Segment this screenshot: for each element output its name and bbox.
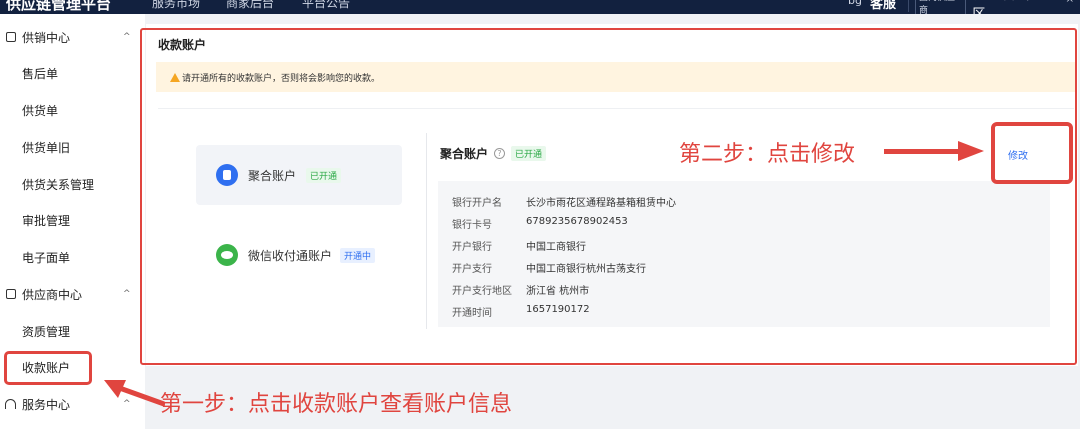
edit-button[interactable]: 修改: [1008, 147, 1028, 162]
grid-icon: [6, 32, 16, 42]
detail-title: 聚合账户: [440, 147, 489, 161]
sidebar-item-supply-order[interactable]: 供货单: [0, 95, 145, 125]
status-badge: 已开通: [306, 167, 342, 183]
brand-title[interactable]: 供应链管理平台: [6, 0, 111, 14]
info-key: 开户银行: [452, 242, 492, 253]
sidebar-item-e-waybill[interactable]: 电子面单: [0, 242, 145, 272]
sidebar: 供销中心 ^ 售后单 供货单 供货单旧 供货关系管理 审批管理 电子面单 供应商…: [0, 14, 145, 429]
customer-service-link[interactable]: 客服: [870, 0, 896, 12]
arrow-head-icon: [958, 141, 984, 161]
sidebar-item-label: 供货关系管理: [22, 177, 95, 192]
sidebar-item-qualification[interactable]: 资质管理: [0, 316, 145, 346]
chevron-up-icon: ^: [123, 32, 131, 42]
sidebar-group-label: 供应商中心: [22, 287, 83, 302]
account-item-wechat[interactable]: 微信收付通账户 开通中: [196, 225, 402, 285]
info-value: 1657190172: [526, 304, 590, 315]
divider: [426, 133, 427, 329]
step2-annotation: 第二步：点击修改: [679, 142, 856, 167]
info-key: 银行开户名: [452, 198, 502, 209]
sidebar-item-label: 电子面单: [22, 250, 71, 265]
customer-service-icon[interactable]: bg: [848, 0, 862, 7]
sidebar-item-label: 供货单: [22, 103, 59, 118]
alert-text: 请开通所有的收款账户，否则将会影响您的收款。: [182, 73, 381, 84]
top-bar: 供应链管理平台 服务市场 商家后台 平台公告 bg 客服 国内供应商 长沙市雨花…: [0, 0, 1080, 14]
warning-alert: 请开通所有的收款账户，否则将会影响您的收款。: [156, 62, 1076, 92]
sidebar-group-supplier-center[interactable]: 供应商中心 ^: [0, 279, 145, 309]
sidebar-item-label: 审批管理: [22, 213, 71, 228]
wechat-icon: [216, 244, 238, 266]
account-name: 聚合账户: [248, 168, 297, 183]
info-value: 长沙市雨花区通程路基箱租赁中心: [526, 198, 676, 209]
sidebar-item-label: 售后单: [22, 66, 59, 81]
sidebar-item-after-sales[interactable]: 售后单: [0, 58, 145, 88]
chevron-up-icon: ^: [123, 289, 131, 299]
chevron-up-icon: ^: [1065, 0, 1074, 9]
info-value: 浙江省 杭州市: [526, 286, 590, 297]
region-name: 长沙市雨花区...: [972, 0, 1059, 14]
sidebar-item-label: 收款账户: [22, 360, 71, 375]
detail-header: 聚合账户 ? 已开通: [440, 145, 547, 162]
nav-platform-notice[interactable]: 平台公告: [302, 0, 350, 11]
warning-icon: [170, 72, 180, 82]
account-card: 聚合账户 已开通 微信收付通账户 开通中 聚合账户 ? 已开通 修改 银行开户名…: [158, 108, 1074, 354]
account-info: 银行开户名 长沙市雨花区通程路基箱租赁中心 银行卡号 678923567890245…: [438, 181, 1050, 327]
region-selector[interactable]: 国内供应商 长沙市雨花区... ^: [908, 0, 1080, 14]
info-key: 开户支行: [452, 264, 492, 275]
sidebar-item-approval[interactable]: 审批管理: [0, 205, 145, 235]
account-item-aggregate[interactable]: 聚合账户 已开通: [196, 145, 402, 205]
nav-merchant-backend[interactable]: 商家后台: [226, 0, 274, 11]
sidebar-item-label: 资质管理: [22, 324, 71, 339]
info-value: 6789235678902453: [526, 216, 628, 227]
info-value: 中国工商银行杭州古荡支行: [526, 264, 646, 275]
step1-annotation: 第一步：点击收款账户查看账户信息: [160, 392, 513, 417]
status-badge: 已开通: [511, 146, 547, 161]
sidebar-item-supply-relation[interactable]: 供货关系管理: [0, 169, 145, 199]
sidebar-group-label: 供销中心: [22, 30, 71, 45]
page-title: 收款账户: [158, 38, 207, 52]
help-icon[interactable]: ?: [494, 148, 506, 159]
headset-icon: [5, 399, 16, 409]
status-badge: 开通中: [340, 247, 376, 263]
info-key: 银行卡号: [452, 220, 492, 231]
info-key: 开通时间: [452, 308, 492, 319]
receiving-account-panel: 收款账户 请开通所有的收款账户，否则将会影响您的收款。 聚合账户 已开通 微信收…: [146, 24, 1078, 366]
database-icon: [216, 164, 238, 186]
sidebar-item-label: 供货单旧: [22, 140, 71, 155]
arrow-right-icon: [884, 149, 962, 154]
document-icon: [6, 289, 16, 299]
info-value: 中国工商银行: [526, 242, 586, 253]
sidebar-group-label: 服务中心: [22, 397, 71, 412]
region-tag: 国内供应商: [915, 0, 967, 14]
sidebar-group-supply-sales[interactable]: 供销中心 ^: [0, 22, 145, 52]
nav-service-market[interactable]: 服务市场: [152, 0, 200, 11]
sidebar-item-supply-order-old[interactable]: 供货单旧: [0, 132, 145, 162]
info-key: 开户支行地区: [452, 286, 512, 297]
account-name: 微信收付通账户: [248, 248, 333, 263]
